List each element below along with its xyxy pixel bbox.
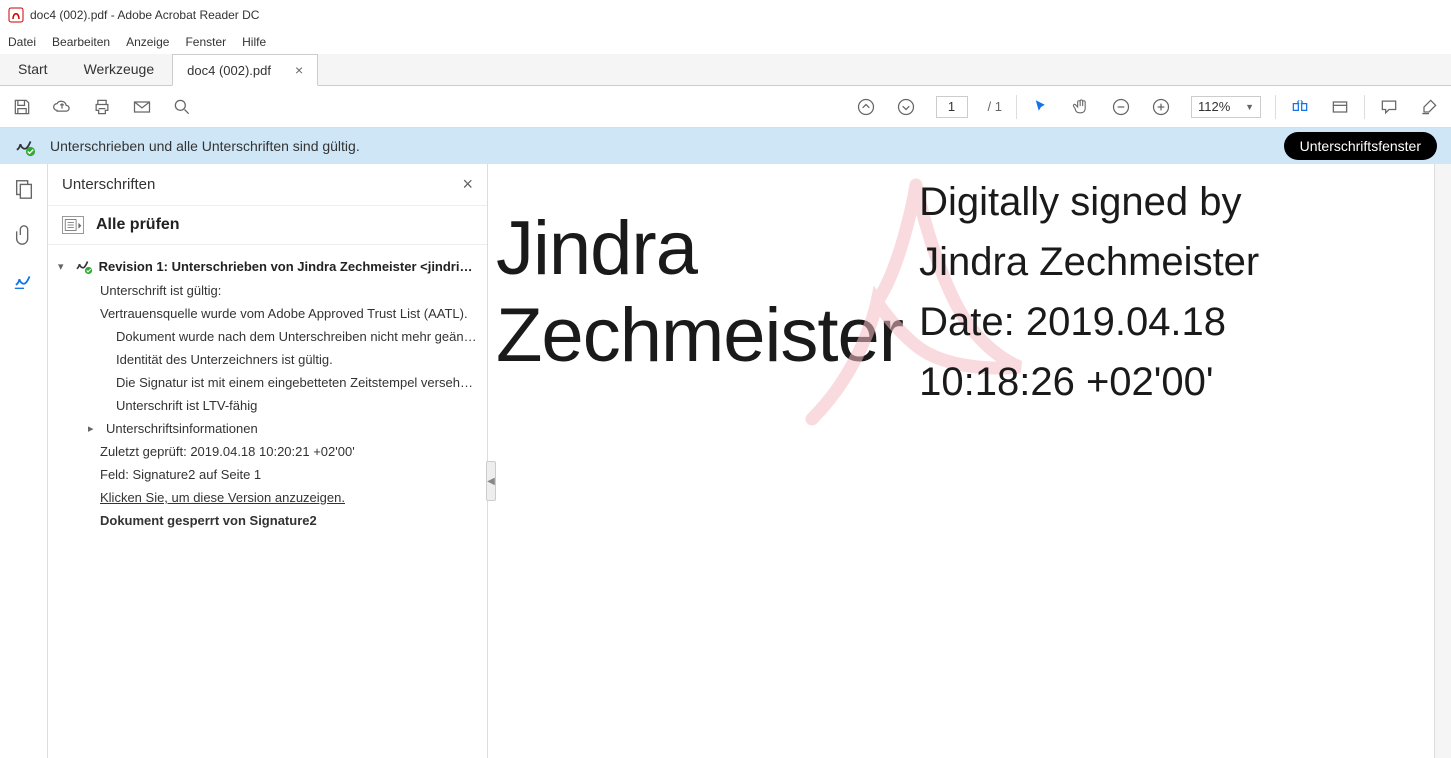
window-title: doc4 (002).pdf - Adobe Acrobat Reader DC [30, 8, 259, 22]
menu-bearbeiten[interactable]: Bearbeiten [52, 35, 110, 49]
menubar: Datei Bearbeiten Anzeige Fenster Hilfe [0, 30, 1451, 54]
signature-valid-small-icon [75, 257, 93, 275]
zoom-in-icon[interactable] [1151, 97, 1171, 117]
comment-icon[interactable] [1379, 97, 1399, 117]
page-total-label: / 1 [988, 99, 1002, 114]
sig-info-node[interactable]: Unterschriftsinformationen [106, 421, 258, 436]
close-panel-icon[interactable]: × [462, 174, 473, 195]
panel-title: Unterschriften [62, 176, 155, 193]
sig-lastcheck-text: Zuletzt geprüft: 2019.04.18 10:20:21 +02… [58, 440, 477, 463]
chevron-right-icon[interactable]: ▸ [88, 422, 100, 435]
zoom-level-label: 112% [1198, 99, 1230, 114]
tab-document-label: doc4 (002).pdf [187, 63, 271, 78]
zoom-level-select[interactable]: 112% ▼ [1191, 96, 1261, 118]
select-tool-icon[interactable] [1031, 97, 1051, 117]
revision-title[interactable]: Revision 1: Unterschrieben von Jindra Ze… [99, 259, 477, 274]
toolbar-separator [1364, 95, 1365, 119]
menu-hilfe[interactable]: Hilfe [242, 35, 266, 49]
sig-valid-text: Unterschrift ist gültig: [58, 279, 477, 302]
panel-options-button[interactable] [62, 216, 84, 234]
signatures-rail-icon[interactable] [13, 270, 35, 292]
signature-details: Digitally signed by Jindra Zechmeister D… [919, 172, 1259, 412]
page-number-input[interactable] [936, 96, 968, 118]
menu-datei[interactable]: Datei [8, 35, 36, 49]
sig-nochange-text: Dokument wurde nach dem Unterschreiben n… [58, 325, 477, 348]
print-icon[interactable] [92, 97, 112, 117]
vertical-scrollbar[interactable] [1435, 164, 1451, 758]
check-all-button[interactable]: Alle prüfen [96, 216, 180, 234]
titlebar: doc4 (002).pdf - Adobe Acrobat Reader DC [0, 0, 1451, 30]
email-icon[interactable] [132, 97, 152, 117]
toolbar: / 1 112% ▼ [0, 86, 1451, 128]
menu-anzeige[interactable]: Anzeige [126, 35, 169, 49]
search-icon[interactable] [172, 97, 192, 117]
page-display-icon[interactable] [1330, 97, 1350, 117]
toolbar-separator [1016, 95, 1017, 119]
signature-panel-button[interactable]: Unterschriftsfenster [1284, 132, 1437, 160]
panel-collapse-handle[interactable]: ◀ [486, 461, 496, 501]
sig-ltv-text: Unterschrift ist LTV-fähig [58, 394, 477, 417]
attachments-icon[interactable] [13, 224, 35, 246]
chevron-down-icon: ▼ [1245, 102, 1254, 112]
tab-document[interactable]: doc4 (002).pdf × [172, 54, 318, 86]
tab-tools[interactable]: Werkzeuge [66, 53, 173, 85]
menu-fenster[interactable]: Fenster [185, 35, 226, 49]
tabbar: Start Werkzeuge doc4 (002).pdf × [0, 54, 1451, 86]
document-view[interactable]: ◀ Jindra Zechmeister Digitally signed by… [488, 164, 1435, 758]
signature-status-text: Unterschrieben und alle Unterschriften s… [50, 138, 360, 154]
page-up-icon[interactable] [856, 97, 876, 117]
left-rail [0, 164, 48, 758]
sig-locked-text: Dokument gesperrt von Signature2 [58, 509, 477, 532]
sig-identity-text: Identität des Unterzeichners ist gültig. [58, 348, 477, 371]
page-down-icon[interactable] [896, 97, 916, 117]
signature-field[interactable]: Jindra Zechmeister Digitally signed by J… [496, 172, 1259, 412]
close-tab-icon[interactable]: × [295, 62, 303, 78]
sig-timestamp-text: Die Signatur ist mit einem eingebetteten… [58, 371, 477, 394]
zoom-out-icon[interactable] [1111, 97, 1131, 117]
highlight-icon[interactable] [1419, 97, 1439, 117]
fit-width-icon[interactable] [1290, 97, 1310, 117]
tab-start[interactable]: Start [0, 53, 66, 85]
hand-tool-icon[interactable] [1071, 97, 1091, 117]
cloud-upload-icon[interactable] [52, 97, 72, 117]
thumbnails-icon[interactable] [13, 178, 35, 200]
acrobat-icon [8, 7, 24, 23]
signatures-panel: Unterschriften × Alle prüfen ▾ Revision … [48, 164, 488, 758]
sig-view-version-link[interactable]: Klicken Sie, um diese Version anzuzeigen… [58, 486, 477, 509]
sig-field-text: Feld: Signature2 auf Seite 1 [58, 463, 477, 486]
signature-status-bar: Unterschrieben und alle Unterschriften s… [0, 128, 1451, 164]
signature-valid-icon [14, 135, 36, 157]
toolbar-separator [1275, 95, 1276, 119]
sig-trust-text: Vertrauensquelle wurde vom Adobe Approve… [58, 302, 477, 325]
save-icon[interactable] [12, 97, 32, 117]
chevron-down-icon[interactable]: ▾ [58, 260, 69, 273]
